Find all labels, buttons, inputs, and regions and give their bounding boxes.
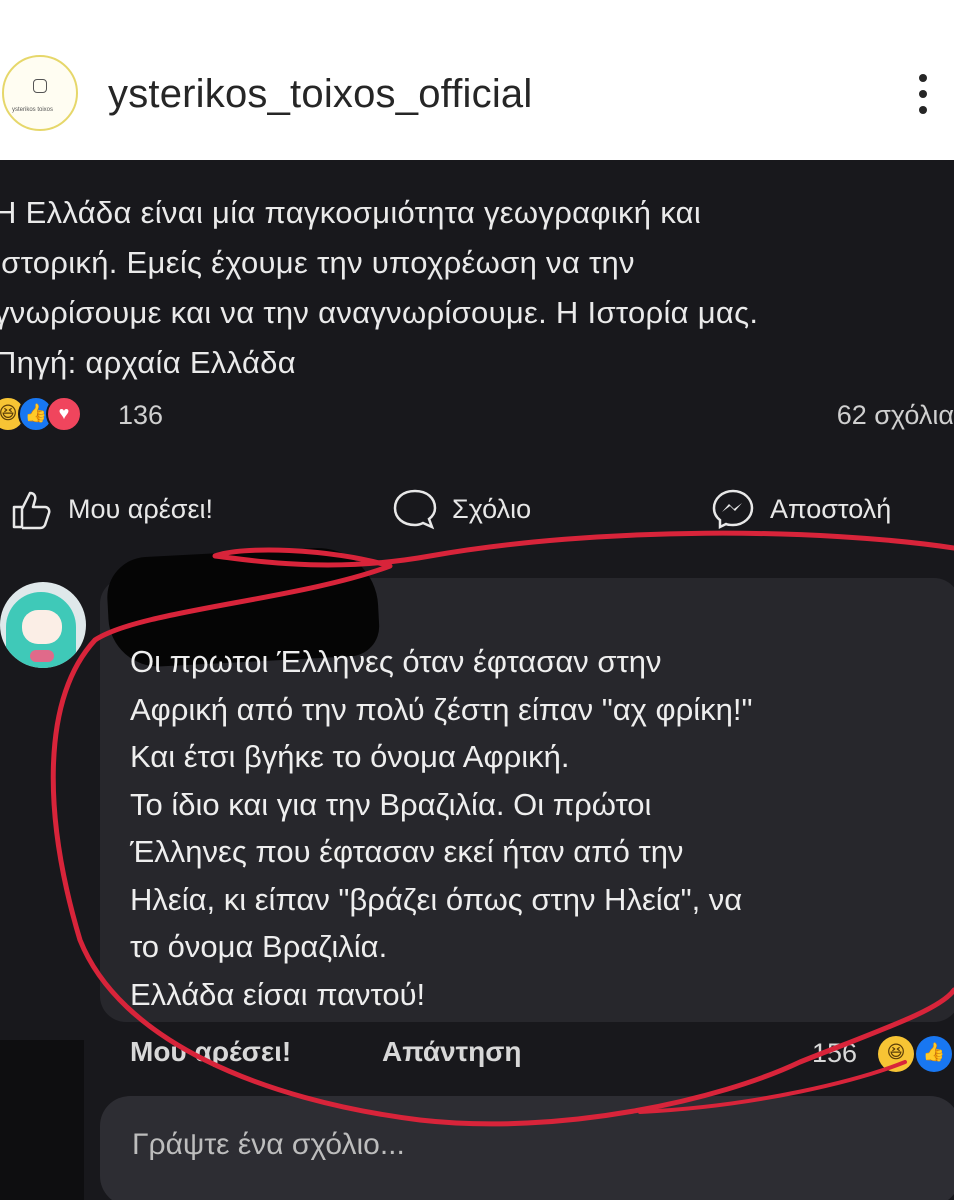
haha-icon: 😆 (878, 1036, 914, 1072)
post-text-line: γνωρίσουμε και να την αναγνωρίσουμε. Η Ι… (0, 295, 759, 330)
comment-line: Οι πρωτοι Έλληνες όταν έφτασαν στην (130, 644, 662, 679)
like-label: Μου αρέσει! (68, 493, 213, 524)
comment-button[interactable]: Σχόλιο (392, 484, 531, 534)
comment-label: Σχόλιο (452, 493, 532, 524)
comment-line: το όνομα Βραζιλία. (130, 929, 388, 964)
love-icon: ♥ (46, 396, 82, 432)
like-icon: 👍 (916, 1036, 952, 1072)
profile-avatar[interactable]: ysterikos toixos (2, 55, 78, 131)
comment-text: Οι πρωτοι Έλληνες όταν έφτασαν στην Αφρι… (130, 638, 753, 1018)
comments-count[interactable]: 62 σχόλια (837, 400, 954, 431)
instagram-camera-icon (33, 79, 47, 93)
comment-line: Αφρική από την πολύ ζέστη είπαν "αχ φρίκ… (130, 691, 753, 727)
messenger-icon (712, 489, 754, 530)
post-text-line: Πηγή: αρχαία Ελλάδα (0, 345, 296, 380)
comment-line: Ελλάδα είσαι παντού! (130, 976, 426, 1012)
left-shadow (0, 1040, 84, 1200)
comment-line: Το ίδιο και για την Βραζιλία. Οι πρώτοι (130, 786, 652, 822)
reaction-count[interactable]: 136 (118, 400, 163, 431)
comment-line: Ηλεία, κι είπαν "βράζει όπως στην Ηλεία"… (130, 881, 743, 917)
instagram-header: ysterikos toixos ysterikos_toixos_offici… (0, 0, 954, 160)
send-button[interactable]: Αποστολή (710, 484, 891, 534)
comment-like-button[interactable]: Μου αρέσει! (130, 1036, 291, 1068)
comment-reply-button[interactable]: Απάντηση (382, 1036, 522, 1068)
comment-reaction-count[interactable]: 156 (812, 1038, 857, 1069)
send-label: Αποστολή (770, 493, 892, 524)
comment-line: Και έτσι βγήκε το όνομα Αφρική. (130, 739, 570, 774)
post-text-line: Η Ελλάδα είναι μία παγκοσμιότητα γεωγραφ… (0, 195, 702, 230)
comment-bubble-icon (393, 489, 437, 530)
thumbs-up-icon (12, 491, 51, 530)
post-text-line: ιστορική. Εμείς έχουμε την υποχρέωση να … (0, 245, 635, 280)
comment-input-placeholder: Γράψτε ένα σχόλιο... (132, 1128, 405, 1161)
post-text: Η Ελλάδα είναι μία παγκοσμιότητα γεωγραφ… (0, 188, 954, 388)
comment-line: Έλληνες που έφτασαν εκεί ήταν από την (130, 834, 684, 869)
comment-actions: Μου αρέσει! Απάντηση 156 😆 👍 (130, 1036, 952, 1082)
facebook-post-screenshot: Η Ελλάδα είναι μία παγκοσμιότητα γεωγραφ… (0, 160, 954, 1200)
avatar-caption: ysterikos toixos (12, 107, 54, 113)
post-reactions[interactable]: 😆 👍 ♥ (0, 392, 130, 438)
more-vertical-icon[interactable] (915, 74, 931, 124)
commenter-avatar[interactable] (0, 582, 86, 668)
profile-username[interactable]: ysterikos_toixos_official (108, 72, 532, 117)
post-actions: Μου αρέσει! Σχόλιο Αποστολή (0, 484, 954, 534)
like-button[interactable]: Μου αρέσει! (10, 484, 213, 534)
